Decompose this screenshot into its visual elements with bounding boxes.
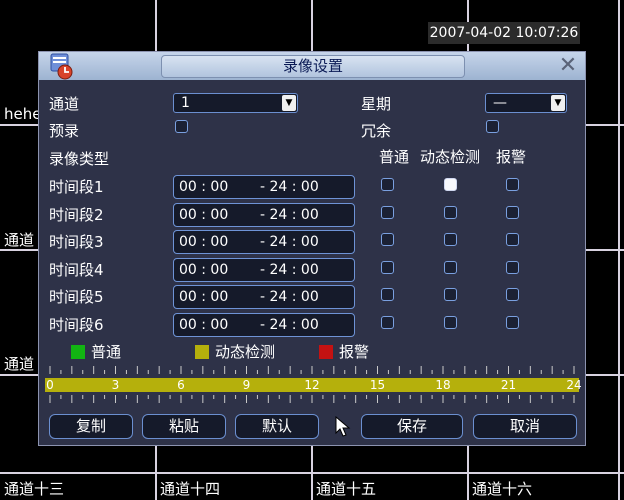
period-regular-checkbox[interactable]: [381, 178, 394, 191]
legend-alarm: 报警: [339, 343, 370, 361]
mouse-pointer-icon: [335, 416, 351, 437]
period-label: 时间段5: [49, 288, 104, 306]
period-start: 00 : 00: [179, 261, 229, 278]
period-label: 时间段6: [49, 315, 104, 334]
period-end: - 24 : 00: [260, 234, 319, 250]
period-label: 时间段2: [49, 205, 104, 224]
period-time-input[interactable]: 00 : 00 - 24 : 00: [173, 202, 355, 227]
channel-label-14: 通道十四: [160, 480, 221, 498]
weekday-select-value: —: [493, 95, 507, 111]
period-time-input[interactable]: 00 : 00 - 24 : 00: [173, 312, 355, 337]
channel-label: hehe: [4, 105, 42, 123]
period-start: 00 : 00: [179, 234, 229, 250]
prerecord-label: 预录: [49, 122, 80, 140]
period-motion-checkbox[interactable]: [444, 315, 457, 329]
paste-button[interactable]: 粘贴: [142, 414, 226, 439]
period-alarm-checkbox[interactable]: [506, 315, 519, 329]
redundant-label: 冗余: [361, 122, 392, 140]
period-motion-checkbox[interactable]: [444, 233, 457, 246]
timeline-hour-label: 3: [111, 378, 120, 392]
save-button[interactable]: 保存: [361, 414, 463, 439]
period-motion-checkbox[interactable]: [444, 205, 457, 219]
channel-label: 通道: [4, 231, 35, 249]
period-time-input[interactable]: 00 : 00 - 24 : 00: [173, 175, 355, 199]
channel-select-value: 1: [181, 95, 190, 111]
timeline-hour-label: 0: [46, 378, 54, 392]
copy-button[interactable]: 复制: [49, 414, 133, 439]
legend-swatch-motion: [195, 345, 209, 359]
dialog-title: 录像设置: [161, 55, 465, 78]
channel-select[interactable]: 1 ▼: [173, 93, 298, 113]
period-regular-checkbox[interactable]: [381, 260, 394, 274]
period-start: 00 : 00: [179, 179, 229, 195]
period-end: - 24 : 00: [260, 179, 319, 195]
period-motion-checkbox[interactable]: [444, 178, 457, 191]
app-icon: [50, 53, 73, 80]
period-end: - 24 : 00: [260, 289, 319, 305]
timeline-hour-label: 18: [435, 378, 451, 392]
legend-swatch-alarm: [319, 345, 333, 359]
period-alarm-checkbox[interactable]: [506, 233, 519, 246]
legend-swatch-regular: [71, 345, 85, 359]
cancel-button[interactable]: 取消: [473, 414, 577, 439]
legend-motion: 动态检测: [215, 343, 276, 361]
chevron-down-icon[interactable]: ▼: [551, 95, 565, 111]
weekday-field-label: 星期: [361, 95, 392, 113]
timeline-hour-label: 9: [242, 378, 251, 392]
close-icon[interactable]: ✕: [557, 55, 579, 77]
period-end: - 24 : 00: [260, 206, 319, 223]
period-time-input[interactable]: 00 : 00 - 24 : 00: [173, 230, 355, 254]
period-end: - 24 : 00: [260, 316, 319, 333]
period-regular-checkbox[interactable]: [381, 315, 394, 329]
weekday-select[interactable]: — ▼: [485, 93, 567, 113]
chevron-down-icon[interactable]: ▼: [282, 95, 296, 111]
default-button[interactable]: 默认: [235, 414, 319, 439]
timeline-ticks-bottom: [49, 395, 575, 403]
period-start: 00 : 00: [179, 289, 229, 305]
period-time-input[interactable]: 00 : 00 - 24 : 00: [173, 257, 355, 282]
prerecord-checkbox[interactable]: [175, 120, 188, 133]
timeline-hour-label: 15: [369, 378, 386, 392]
period-label: 时间段4: [49, 260, 104, 279]
channel-field-label: 通道: [49, 95, 80, 113]
grid-line: [0, 472, 624, 474]
timeline-hour-label: 24: [566, 378, 582, 392]
timestamp: 2007-04-02 10:07:26: [428, 22, 580, 44]
period-label: 时间段3: [49, 233, 104, 251]
redundant-checkbox[interactable]: [486, 120, 499, 133]
channel-label-13: 通道十三: [4, 480, 65, 498]
timeline-hour-label: 12: [304, 378, 320, 392]
timeline-bar: 0 3 6 9 12 15 18 21 24: [45, 378, 582, 392]
period-motion-checkbox[interactable]: [444, 288, 457, 301]
title-bar[interactable]: 录像设置 ✕: [39, 52, 585, 80]
period-label: 时间段1: [49, 178, 104, 196]
period-alarm-checkbox[interactable]: [506, 178, 519, 191]
channel-label-16: 通道十六: [472, 480, 533, 498]
period-regular-checkbox[interactable]: [381, 205, 394, 219]
period-start: 00 : 00: [179, 206, 229, 223]
period-regular-checkbox[interactable]: [381, 233, 394, 246]
channel-label-15: 通道十五: [316, 480, 377, 498]
col-header-regular: 普通: [379, 148, 410, 166]
period-motion-checkbox[interactable]: [444, 260, 457, 274]
period-alarm-checkbox[interactable]: [506, 288, 519, 301]
timeline-ticks-top: [49, 366, 575, 374]
col-header-motion: 动态检测: [420, 148, 481, 166]
record-type-label: 录像类型: [49, 150, 110, 168]
timeline-hour-label: 6: [177, 378, 185, 392]
period-end: - 24 : 00: [260, 261, 319, 278]
period-alarm-checkbox[interactable]: [506, 205, 519, 219]
col-header-alarm: 报警: [496, 148, 527, 166]
period-alarm-checkbox[interactable]: [506, 260, 519, 274]
record-timeline: 0 3 6 9 12 15 18 21 24: [45, 364, 582, 404]
channel-label: 通道: [4, 355, 35, 373]
period-regular-checkbox[interactable]: [381, 288, 394, 301]
period-time-input[interactable]: 00 : 00 - 24 : 00: [173, 285, 355, 309]
record-settings-dialog: 录像设置 ✕ 通道 1 ▼ 星期 — ▼ 预录 冗余 录像类型 普通 动态检测 …: [38, 51, 586, 446]
period-start: 00 : 00: [179, 316, 229, 333]
legend-regular: 普通: [91, 343, 122, 361]
timeline-hour-label: 21: [500, 378, 517, 392]
